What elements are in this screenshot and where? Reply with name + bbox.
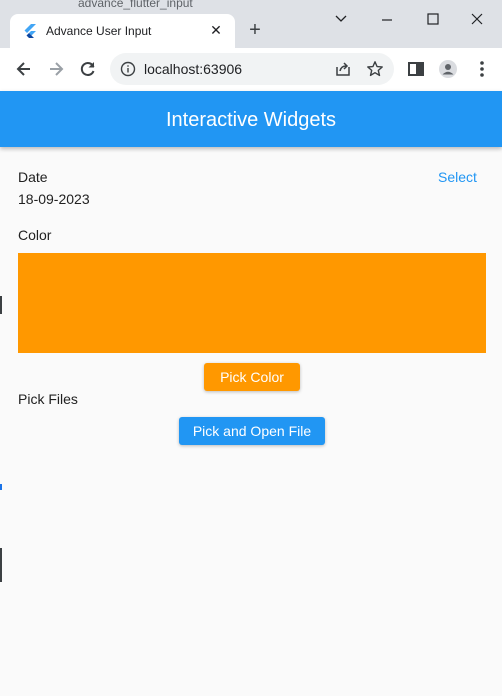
- background-tab-title: advance_flutter_input: [78, 0, 193, 10]
- new-tab-icon[interactable]: +: [246, 20, 264, 40]
- back-arrow-icon[interactable]: [14, 59, 34, 79]
- flutter-icon: [24, 24, 36, 38]
- star-icon[interactable]: [366, 60, 384, 78]
- date-value: 18-09-2023: [18, 191, 90, 207]
- share-icon[interactable]: [334, 60, 352, 78]
- profile-icon[interactable]: [438, 59, 458, 79]
- address-url[interactable]: localhost:63906: [144, 61, 242, 77]
- app-bar: Interactive Widgets: [0, 91, 502, 147]
- background-window-edge: [0, 484, 2, 490]
- info-icon[interactable]: [120, 61, 136, 77]
- selected-color-swatch: [18, 253, 486, 353]
- browser-toolbar: localhost:63906: [0, 48, 502, 91]
- select-date-button[interactable]: Select: [438, 169, 477, 185]
- forward-arrow-icon[interactable]: [46, 59, 66, 79]
- kebab-menu-icon[interactable]: [472, 59, 492, 79]
- pick-color-button[interactable]: Pick Color: [204, 363, 300, 391]
- pick-files-label: Pick Files: [18, 391, 78, 407]
- address-bar[interactable]: localhost:63906: [110, 53, 394, 85]
- chevron-down-icon[interactable]: [326, 8, 356, 30]
- date-label: Date: [18, 169, 48, 185]
- window-close-icon[interactable]: [462, 8, 492, 30]
- background-window-edge: [0, 548, 2, 582]
- restore-icon[interactable]: [418, 8, 448, 30]
- color-label: Color: [18, 227, 52, 243]
- browser-tab-active[interactable]: Advance User Input ✕: [10, 14, 235, 48]
- tab-close-icon[interactable]: ✕: [208, 22, 224, 38]
- background-window-edge: [0, 296, 2, 314]
- maximize-icon[interactable]: [372, 8, 402, 30]
- tab-title: Advance User Input: [46, 24, 152, 38]
- side-panel-icon[interactable]: [406, 59, 426, 79]
- pick-and-open-file-button[interactable]: Pick and Open File: [179, 417, 325, 445]
- reload-icon[interactable]: [78, 59, 98, 79]
- page-title: Interactive Widgets: [165, 109, 337, 131]
